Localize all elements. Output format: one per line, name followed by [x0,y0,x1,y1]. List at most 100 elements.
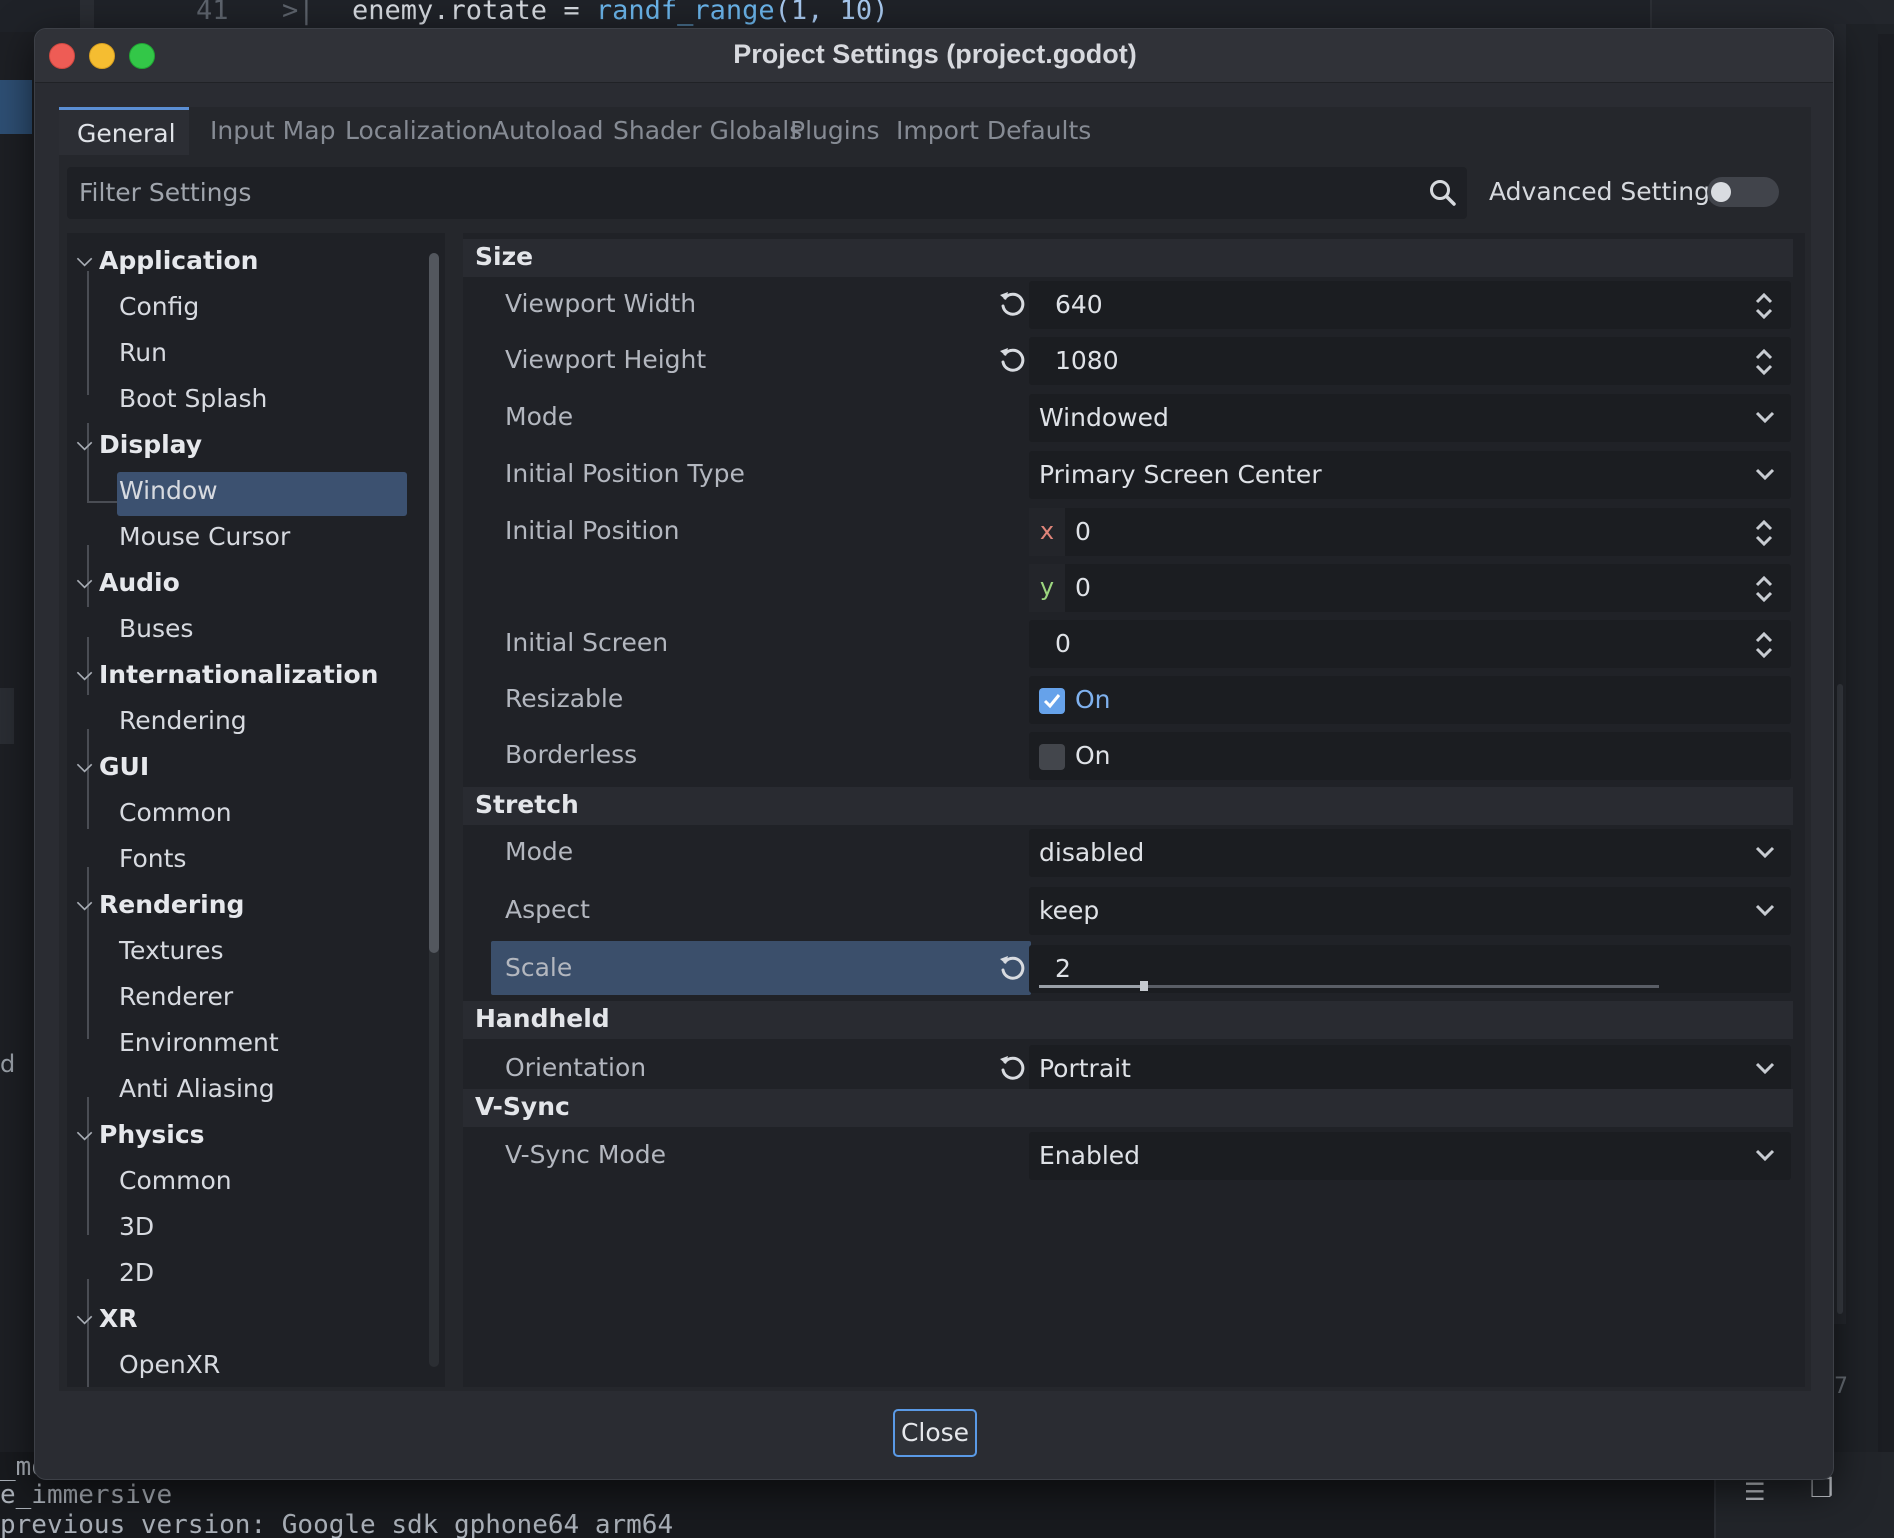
viewport-height-spinbox[interactable]: 1080 [1029,337,1791,385]
tree-item-openxr[interactable]: OpenXR [67,1345,445,1387]
tab-localization[interactable]: Localization [345,107,493,155]
tab-label: Localization [345,116,494,145]
tree-scrollbar[interactable] [429,253,439,1367]
revert-icon[interactable] [997,1053,1027,1083]
property-value: 0 [1075,517,1091,546]
background-text-fragment: d [0,1050,16,1078]
property-scale: Scale 2 [463,941,1793,997]
initial-position-y-spinbox[interactable]: y 0 [1029,564,1791,612]
filter-settings-input[interactable]: Filter Settings [67,167,1467,219]
tree-item-window[interactable]: Window [67,471,445,517]
tree-item-boot-splash[interactable]: Boot Splash [67,379,445,425]
chevron-down-icon[interactable]: ⌵ [77,753,92,777]
tree-category-application[interactable]: ⌵ Application [67,241,445,287]
chevron-down-icon[interactable]: ⌵ [77,891,92,915]
property-initial-position-y: y 0 [463,560,1793,616]
tree-label: GUI [99,752,150,781]
initial-position-type-dropdown[interactable]: Primary Screen Center [1029,451,1791,499]
tab-import-defaults[interactable]: Import Defaults [896,107,1091,155]
tree-item-buses[interactable]: Buses [67,609,445,655]
chevron-down-icon[interactable] [1755,467,1775,481]
tree-category-rendering[interactable]: ⌵ Rendering [67,885,445,931]
slider-grabber[interactable] [1140,981,1148,991]
tab-label: Input Map [210,116,336,145]
tree-item-anti-aliasing[interactable]: Anti Aliasing [67,1069,445,1115]
chevron-down-icon[interactable]: ⌵ [77,661,92,685]
search-icon[interactable] [1427,177,1459,209]
property-initial-screen: Initial Screen 0 [463,616,1793,672]
chevron-down-icon[interactable] [1755,410,1775,424]
chevron-down-icon[interactable]: ⌵ [77,1121,92,1145]
stretch-mode-dropdown[interactable]: disabled [1029,829,1791,877]
chevron-down-icon[interactable]: ⌵ [77,569,92,593]
tree-category-audio[interactable]: ⌵ Audio [67,563,445,609]
tab-input-map[interactable]: Input Map [210,107,335,155]
tree-item-2d[interactable]: 2D [67,1253,445,1299]
tab-general[interactable]: General [59,107,189,155]
property-label: V-Sync Mode [505,1140,666,1169]
property-aspect: Aspect keep [463,883,1793,939]
tree-category-internationalization[interactable]: ⌵ Internationalization [67,655,445,701]
revert-icon[interactable] [997,289,1027,319]
revert-icon[interactable] [997,345,1027,375]
tree-item-3d[interactable]: 3D [67,1207,445,1253]
chevron-down-icon[interactable]: ⌵ [77,247,92,271]
title-bar[interactable]: Project Settings (project.godot) [35,29,1833,83]
checkbox-checked-icon[interactable] [1039,688,1065,714]
spinner-arrows-icon[interactable] [1753,574,1775,604]
viewport-width-spinbox[interactable]: 640 [1029,281,1791,329]
chevron-down-icon[interactable] [1755,1148,1775,1162]
orientation-dropdown[interactable]: Portrait [1029,1045,1791,1093]
chevron-down-icon[interactable] [1755,903,1775,917]
revert-icon[interactable] [997,953,1027,983]
chevron-down-icon[interactable]: ⌵ [77,1305,92,1329]
tab-autoload[interactable]: Autoload [492,107,603,155]
spinner-arrows-icon[interactable] [1753,630,1775,660]
tree-category-physics[interactable]: ⌵ Physics [67,1115,445,1161]
tree-item-fonts[interactable]: Fonts [67,839,445,885]
background-scrollbar[interactable] [1834,24,1846,1324]
tree-item-gui-common[interactable]: Common [67,793,445,839]
tree-item-run[interactable]: Run [67,333,445,379]
tree-item-config[interactable]: Config [67,287,445,333]
background-scroll-thumb[interactable] [1837,684,1843,1314]
property-label: Initial Position [505,516,680,545]
tree-item-environment[interactable]: Environment [67,1023,445,1069]
tree-category-gui[interactable]: ⌵ GUI [67,747,445,793]
tree-item-i18n-rendering[interactable]: Rendering [67,701,445,747]
chevron-down-icon[interactable] [1755,845,1775,859]
chevron-down-icon[interactable] [1755,1061,1775,1075]
initial-position-x-spinbox[interactable]: x 0 [1029,508,1791,556]
background-selected-item[interactable] [0,80,32,134]
list-icon[interactable]: ☰ [1744,1478,1766,1506]
code-function: randf_range [595,0,775,26]
settings-panel: General Input Map Localization Autoload … [59,107,1811,1391]
code-line[interactable]: enemy.rotate = randf_range(1, 10) [352,0,888,26]
tab-shader-globals[interactable]: Shader Globals [613,107,802,155]
spinner-arrows-icon[interactable] [1753,518,1775,548]
close-button[interactable]: Close [893,1409,977,1457]
tree-item-textures[interactable]: Textures [67,931,445,977]
tree-item-mouse-cursor[interactable]: Mouse Cursor [67,517,445,563]
scale-slider-field[interactable]: 2 [1029,945,1791,993]
tree-item-physics-common[interactable]: Common [67,1161,445,1207]
chevron-down-icon[interactable]: ⌵ [77,431,92,455]
vsync-mode-dropdown[interactable]: Enabled [1029,1132,1791,1180]
tree-item-renderer[interactable]: Renderer [67,977,445,1023]
spinner-arrows-icon[interactable] [1753,347,1775,377]
tab-label: General [77,119,176,148]
resizable-checkbox-field[interactable]: On [1029,676,1791,724]
tree-category-xr[interactable]: ⌵ XR [67,1299,445,1345]
aspect-dropdown[interactable]: keep [1029,887,1791,935]
advanced-settings-toggle[interactable] [1707,177,1779,207]
initial-screen-spinbox[interactable]: 0 [1029,620,1791,668]
mode-dropdown[interactable]: Windowed [1029,394,1791,442]
property-label: Scale [505,953,573,982]
tree-scroll-thumb[interactable] [429,253,439,953]
borderless-checkbox-field[interactable]: On [1029,732,1791,780]
property-viewport-height: Viewport Height 1080 [463,333,1793,389]
checkbox-unchecked-icon[interactable] [1039,744,1065,770]
tab-plugins[interactable]: Plugins [790,107,880,155]
spinner-arrows-icon[interactable] [1753,291,1775,321]
tree-category-display[interactable]: ⌵ Display [67,425,445,471]
